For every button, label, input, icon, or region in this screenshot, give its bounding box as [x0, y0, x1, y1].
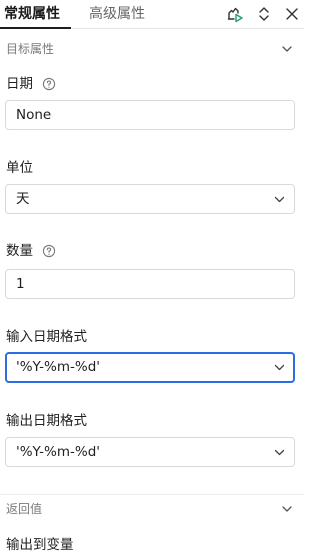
quantity-label: 数量 — [6, 243, 33, 259]
chevron-down-icon[interactable] — [280, 42, 294, 56]
unit-select[interactable]: 天 — [5, 184, 295, 214]
tab-advanced-properties[interactable]: 高级属性 — [89, 5, 145, 23]
quantity-input[interactable]: 1 — [5, 269, 295, 299]
date-value: None — [16, 107, 52, 123]
input-format-select[interactable]: '%Y-%m-%d' — [5, 352, 295, 383]
section-target-properties[interactable]: 目标属性 — [0, 36, 304, 62]
date-input[interactable]: None — [5, 100, 295, 130]
section-title: 目标属性 — [6, 42, 55, 56]
active-tab-indicator — [0, 27, 71, 29]
help-circle-icon[interactable] — [42, 244, 56, 258]
input-format-label: 输入日期格式 — [6, 329, 87, 345]
section-title: 返回值 — [6, 502, 43, 516]
quantity-value: 1 — [16, 276, 25, 292]
section-return-value[interactable]: 返回值 — [0, 494, 304, 520]
expand-collapse-icon[interactable] — [254, 4, 274, 24]
output-format-label: 输出日期格式 — [6, 413, 87, 429]
date-label: 日期 — [6, 76, 33, 92]
unit-value: 天 — [16, 191, 30, 207]
chevron-down-icon[interactable] — [273, 446, 286, 459]
unit-label: 单位 — [6, 160, 33, 176]
chevron-down-icon[interactable] — [273, 361, 286, 374]
tab-general-properties[interactable]: 常规属性 — [4, 5, 60, 23]
panel-header: 常规属性 高级属性 — [0, 0, 304, 29]
output-format-select[interactable]: '%Y-%m-%d' — [5, 437, 295, 467]
chevron-down-icon[interactable] — [273, 193, 286, 206]
run-icon[interactable] — [225, 4, 245, 24]
output-format-value: '%Y-%m-%d' — [16, 444, 101, 460]
help-circle-icon[interactable] — [42, 77, 56, 91]
output-variable-label: 输出到变量 — [6, 537, 74, 553]
close-icon[interactable] — [282, 4, 302, 24]
chevron-down-icon[interactable] — [280, 502, 294, 516]
input-format-value: '%Y-%m-%d' — [16, 359, 101, 375]
